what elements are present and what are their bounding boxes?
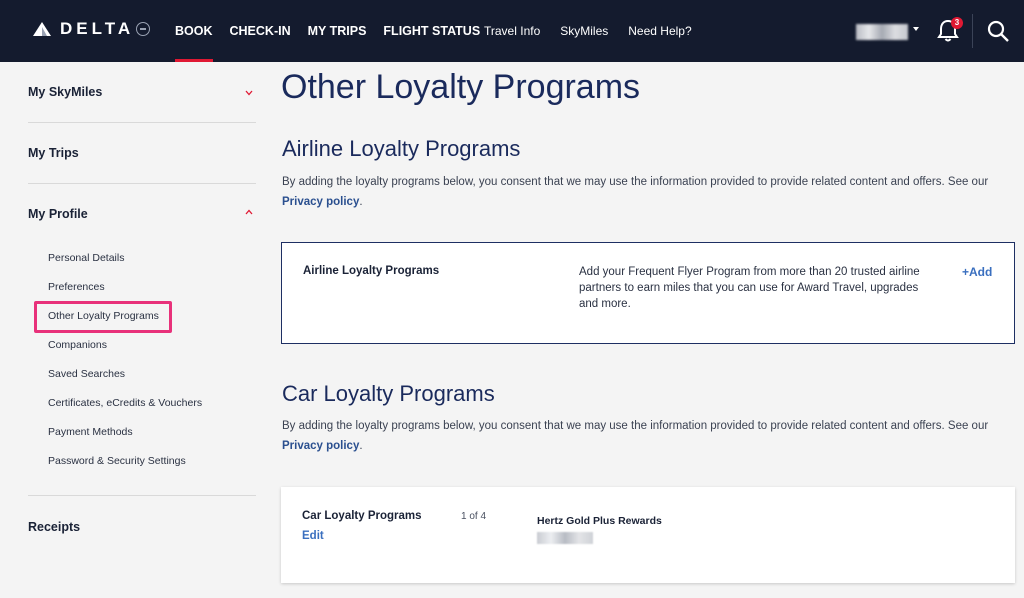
sidebar-receipts[interactable]: Receipts: [28, 520, 80, 534]
edit-car-program-button[interactable]: Edit: [302, 530, 324, 542]
delta-logo[interactable]: DELTA: [32, 19, 151, 39]
car-consent-text: By adding the loyalty programs below, yo…: [282, 416, 1012, 456]
car-card-title: Car Loyalty Programs: [302, 510, 422, 522]
consent-text: By adding the loyalty programs below, yo…: [282, 420, 989, 432]
user-menu-caret-icon[interactable]: [913, 27, 919, 31]
car-program-name: Hertz Gold Plus Rewards: [537, 515, 662, 527]
airline-consent-text: By adding the loyalty programs below, yo…: [282, 172, 1012, 212]
delta-widget-icon: [32, 21, 52, 37]
nav-check-in[interactable]: CHECK-IN: [230, 0, 291, 62]
airline-section-heading: Airline Loyalty Programs: [282, 136, 521, 161]
user-name-redacted[interactable]: [856, 24, 908, 40]
member-number-redacted: [537, 532, 593, 544]
nav-book[interactable]: BOOK: [175, 0, 213, 62]
skyteam-seal-icon: [136, 22, 151, 36]
sidebar-item-companions[interactable]: Companions: [48, 339, 107, 351]
sidebar-item-personal-details[interactable]: Personal Details: [48, 252, 124, 264]
search-icon[interactable]: [986, 19, 1010, 43]
program-count: 1 of 4: [461, 511, 487, 522]
consent-period: .: [359, 196, 363, 208]
selected-item-highlight: [34, 301, 172, 333]
sidebar-item-certificates[interactable]: Certificates, eCredits & Vouchers: [48, 397, 202, 409]
header-divider: [972, 14, 973, 48]
sidebar-divider: [28, 122, 256, 123]
sidebar-my-trips[interactable]: My Trips: [28, 146, 79, 160]
privacy-policy-link[interactable]: Privacy policy: [282, 196, 359, 208]
sidebar-divider: [28, 495, 256, 496]
add-airline-program-button[interactable]: +Add: [962, 265, 992, 279]
nav-my-trips[interactable]: MY TRIPS: [308, 0, 367, 62]
car-section-heading: Car Loyalty Programs: [282, 381, 495, 406]
sidebar-item-preferences[interactable]: Preferences: [48, 281, 105, 293]
sidebar-my-profile[interactable]: My Profile: [28, 207, 88, 221]
nav-flight-status[interactable]: FLIGHT STATUS: [383, 0, 480, 62]
brand-name: DELTA: [60, 19, 135, 38]
consent-text: By adding the loyalty programs below, yo…: [282, 176, 989, 188]
sidebar-item-payment-methods[interactable]: Payment Methods: [48, 426, 133, 438]
sidebar-divider: [28, 183, 256, 184]
nav-skymiles[interactable]: SkyMiles: [560, 0, 608, 62]
sidebar-item-password-security[interactable]: Password & Security Settings: [48, 455, 186, 467]
car-loyalty-card: Car Loyalty Programs Edit 1 of 4 Hertz G…: [281, 487, 1015, 583]
nav-travel-info[interactable]: Travel Info: [484, 0, 540, 62]
airline-card-title: Airline Loyalty Programs: [303, 265, 440, 277]
page-title: Other Loyalty Programs: [281, 68, 641, 106]
sidebar-my-skymiles[interactable]: My SkyMiles: [28, 85, 102, 99]
privacy-policy-link[interactable]: Privacy policy: [282, 440, 359, 452]
consent-period: .: [359, 440, 363, 452]
chevron-down-icon[interactable]: [245, 84, 253, 96]
chevron-up-icon[interactable]: [245, 203, 253, 215]
sidebar-item-saved-searches[interactable]: Saved Searches: [48, 368, 125, 380]
nav-need-help[interactable]: Need Help?: [628, 0, 691, 62]
airline-card-description: Add your Frequent Flyer Program from mor…: [579, 266, 920, 310]
airline-loyalty-card: Airline Loyalty Programs Add your Freque…: [281, 242, 1015, 344]
notification-count-badge: 3: [951, 17, 963, 29]
top-navigation-bar: DELTA BOOK CHECK-IN MY TRIPS FLIGHT STAT…: [0, 0, 1024, 62]
